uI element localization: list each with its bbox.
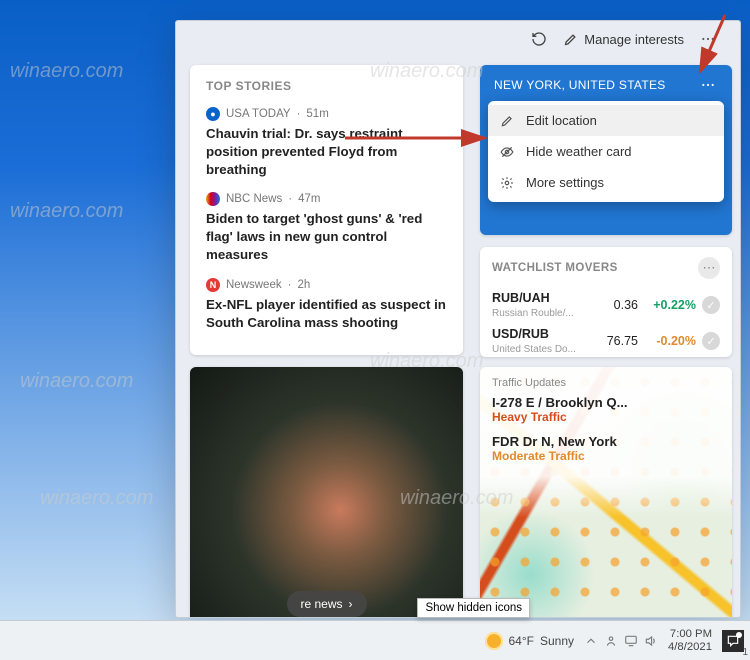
action-center-icon[interactable] (722, 630, 744, 652)
top-stories-title: TOP STORIES (206, 79, 447, 93)
watchlist-title: WATCHLIST MOVERS (492, 262, 618, 274)
check-icon[interactable]: ✓ (702, 296, 720, 314)
story-source: Newsweek (226, 279, 282, 291)
menu-item-label: Edit location (526, 113, 597, 128)
ticker-sub: Russian Rouble/... (492, 308, 574, 319)
image-story-tile[interactable]: re news › (190, 367, 463, 618)
news-and-interests-flyout: Manage interests TOP STORIES ● USA TODAY… (175, 20, 741, 618)
pencil-icon (563, 32, 578, 47)
story-source: NBC News (226, 193, 282, 205)
network-icon[interactable] (624, 634, 638, 648)
top-stories-card: TOP STORIES ● USA TODAY · 51m Chauvin tr… (190, 65, 463, 355)
ticker-row[interactable]: RUB/UAH Russian Rouble/... 0.36 +0.22% ✓ (492, 287, 720, 323)
ticker-change: -0.20% (638, 334, 696, 348)
notif-badge: 1 (742, 647, 748, 658)
ticker-pair: RUB/UAH (492, 291, 550, 305)
sun-icon (485, 632, 503, 650)
chevron-right-icon: › (349, 597, 353, 611)
ticker-sub: United States Do... (492, 344, 576, 355)
traffic-status: Heavy Traffic (492, 410, 720, 424)
weather-location: NEW YORK, UNITED STATES (494, 78, 666, 92)
menu-item-label: Hide weather card (526, 144, 632, 159)
story-source: USA TODAY (226, 108, 291, 120)
source-logo-newsweek: N (206, 278, 220, 292)
traffic-road: FDR Dr N, New York (492, 434, 720, 449)
check-icon[interactable]: ✓ (702, 332, 720, 350)
source-logo-nbc (206, 192, 220, 206)
traffic-card[interactable]: Traffic Updates I-278 E / Brooklyn Q... … (480, 367, 732, 618)
traffic-item: FDR Dr N, New York Moderate Traffic (492, 434, 720, 463)
manage-interests-button[interactable]: Manage interests (563, 32, 684, 47)
people-icon[interactable] (604, 634, 618, 648)
panel-more-icon[interactable] (698, 29, 718, 49)
tray-tooltip: Show hidden icons (417, 598, 530, 618)
system-tray (584, 634, 658, 648)
menu-item-edit-location[interactable]: Edit location (488, 105, 724, 136)
more-news-button[interactable]: re news › (286, 591, 366, 617)
pencil-icon (500, 114, 516, 128)
story-headline: Biden to target 'ghost guns' & 'red flag… (206, 210, 447, 263)
traffic-status: Moderate Traffic (492, 449, 720, 463)
taskbar-cond: Sunny (540, 634, 574, 648)
weather-more-icon[interactable] (698, 75, 718, 95)
more-news-label: re news (300, 597, 342, 611)
gear-icon (500, 176, 516, 190)
menu-item-label: More settings (526, 175, 604, 190)
story-item[interactable]: N Newsweek · 2h Ex-NFL player identified… (206, 278, 447, 332)
ticker-pair: USD/RUB (492, 327, 549, 341)
source-logo-usa-today: ● (206, 107, 220, 121)
taskbar-weather[interactable]: 64°F Sunny (485, 632, 575, 650)
eye-off-icon (500, 145, 516, 159)
story-time: 47m (298, 193, 320, 205)
story-headline: Ex-NFL player identified as suspect in S… (206, 296, 447, 332)
menu-item-hide-weather[interactable]: Hide weather card (488, 136, 724, 167)
watchlist-more-icon[interactable]: ⋯ (698, 257, 720, 279)
refresh-icon[interactable] (529, 29, 549, 49)
weather-context-menu: Edit location Hide weather card More set… (488, 101, 724, 202)
story-item[interactable]: NBC News · 47m Biden to target 'ghost gu… (206, 192, 447, 263)
weather-card: NEW YORK, UNITED STATES Edit location Hi (480, 65, 732, 235)
tray-chevron-up-icon[interactable] (584, 634, 598, 648)
traffic-title: Traffic Updates (492, 377, 720, 389)
traffic-item: I-278 E / Brooklyn Q... Heavy Traffic (492, 395, 720, 424)
story-item[interactable]: ● USA TODAY · 51m Chauvin trial: Dr. say… (206, 107, 447, 178)
story-time: 2h (297, 279, 310, 291)
menu-item-more-settings[interactable]: More settings (488, 167, 724, 198)
taskbar-date: 4/8/2021 (668, 641, 712, 654)
volume-icon[interactable] (644, 634, 658, 648)
taskbar-clock[interactable]: 7:00 PM 4/8/2021 (668, 628, 712, 654)
ticker-row[interactable]: USD/RUB United States Do... 76.75 -0.20%… (492, 323, 720, 357)
watchlist-card: WATCHLIST MOVERS ⋯ RUB/UAH Russian Roubl… (480, 247, 732, 357)
taskbar-temp: 64°F (509, 634, 534, 648)
taskbar-time: 7:00 PM (668, 628, 712, 641)
story-time: 51m (306, 108, 328, 120)
traffic-road: I-278 E / Brooklyn Q... (492, 395, 720, 410)
story-headline: Chauvin trial: Dr. says restraint positi… (206, 125, 447, 178)
ticker-change: +0.22% (638, 298, 696, 312)
panel-topbar: Manage interests (176, 21, 740, 59)
ticker-price: 76.75 (592, 334, 638, 348)
taskbar: 64°F Sunny 7:00 PM 4/8/2021 1 (0, 620, 750, 660)
manage-interests-label: Manage interests (584, 32, 684, 47)
ticker-price: 0.36 (592, 298, 638, 312)
